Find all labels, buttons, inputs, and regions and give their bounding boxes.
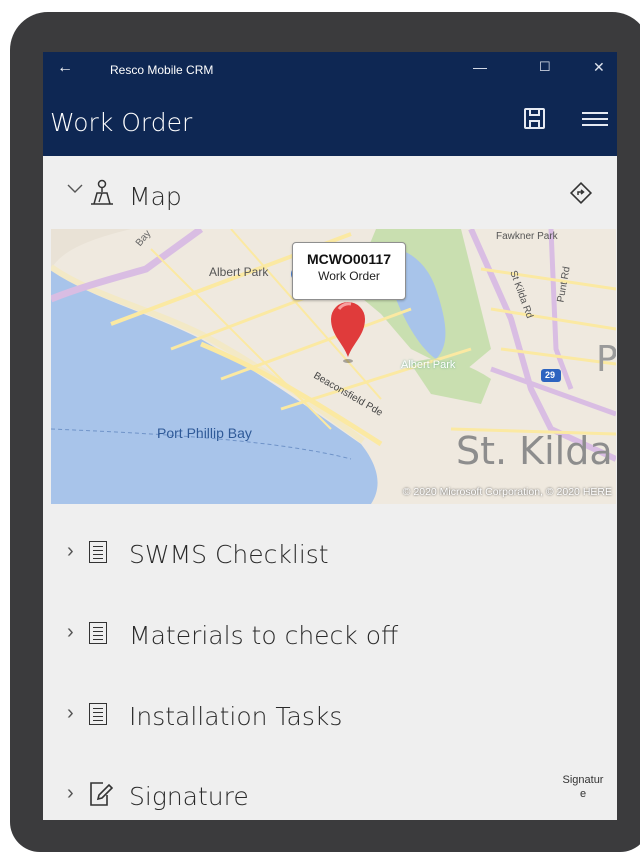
section-label: Installation Tasks (129, 702, 343, 731)
back-arrow-icon[interactable]: ← (57, 59, 73, 77)
document-icon (89, 541, 107, 563)
section-map-header[interactable]: Map (43, 168, 617, 224)
section-installation-tasks[interactable]: › Installation Tasks (43, 688, 617, 744)
minimize-icon[interactable]: — (473, 59, 487, 75)
signature-button[interactable]: Signatur e (555, 773, 611, 801)
map-label: Albert Park (401, 359, 456, 371)
map-label: Fawkner Park (496, 231, 558, 242)
maximize-icon[interactable]: ☐ (539, 59, 551, 75)
section-map-label: Map (129, 182, 182, 211)
map-label: Albert Park (209, 265, 269, 279)
person-pin-icon (89, 178, 115, 211)
section-signature[interactable]: › Signature (43, 768, 617, 820)
window-titlebar: ← Resco Mobile CRM — ☐ ✕ (43, 52, 617, 88)
section-label: Materials to check off (129, 621, 399, 650)
callout-title: MCWO00117 (306, 251, 392, 267)
map-callout[interactable]: MCWO00117 Work Order (292, 242, 406, 300)
map-label: St. Kilda (456, 429, 613, 473)
form-header: Work Order (43, 88, 617, 156)
section-swms-checklist[interactable]: › SWMS Checklist (43, 526, 617, 582)
page-title: Work Order (50, 108, 193, 137)
document-icon (89, 622, 107, 644)
callout-subtitle: Work Order (318, 269, 380, 283)
section-label: SWMS Checklist (129, 540, 329, 569)
document-icon (89, 703, 107, 725)
map-label: Port Phillip Bay (157, 425, 252, 441)
chevron-right-icon[interactable]: › (67, 702, 74, 725)
chevron-right-icon[interactable]: › (67, 540, 74, 563)
app-title: Resco Mobile CRM (110, 63, 214, 77)
close-icon[interactable]: ✕ (593, 59, 605, 76)
route-shield: 29 (545, 370, 556, 380)
section-label: Signature (129, 782, 249, 811)
signature-edit-icon (89, 781, 114, 812)
section-materials[interactable]: › Materials to check off (43, 607, 617, 663)
chevron-down-icon[interactable] (67, 178, 83, 199)
directions-icon[interactable] (569, 181, 593, 210)
save-icon[interactable] (524, 108, 545, 129)
chevron-right-icon[interactable]: › (67, 621, 74, 644)
map-copyright: © 2020 Microsoft Corporation, © 2020 HER… (402, 486, 612, 498)
app-screen: ← Resco Mobile CRM — ☐ ✕ Work Order Map (43, 52, 617, 820)
hamburger-menu-icon[interactable] (582, 112, 608, 126)
chevron-right-icon[interactable]: › (67, 782, 74, 805)
map-pin-icon[interactable] (329, 299, 367, 370)
map-label: P (596, 339, 616, 380)
